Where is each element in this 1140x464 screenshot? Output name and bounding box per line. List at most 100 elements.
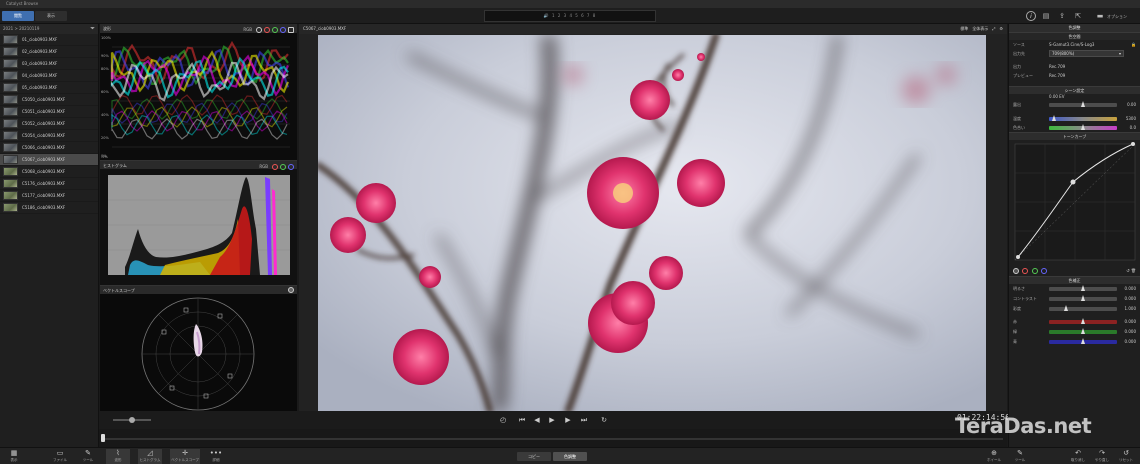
clip-item[interactable]: C5177_ciob0903.MXF xyxy=(0,190,98,202)
options-menu[interactable]: オプション xyxy=(1107,12,1127,21)
curve-red-icon[interactable] xyxy=(1022,268,1029,274)
timeline[interactable] xyxy=(99,429,1007,447)
temp-slider[interactable] xyxy=(1049,115,1117,121)
undo-button[interactable]: ↶ 取り消し xyxy=(1066,449,1090,464)
tint-slider[interactable] xyxy=(1049,124,1117,130)
file-button[interactable]: ▭ ファイル xyxy=(48,449,72,464)
exposure-knob[interactable] xyxy=(1081,101,1085,107)
lock-icon[interactable]: 🔒 xyxy=(1131,40,1136,49)
cc-knob[interactable] xyxy=(1081,285,1085,291)
audio-scrub-slider[interactable] xyxy=(113,417,151,423)
curve-point-white[interactable] xyxy=(1131,142,1135,146)
cc-slider[interactable] xyxy=(1049,295,1117,301)
tab-browse[interactable]: 閲覧 xyxy=(2,11,34,21)
temp-knob[interactable] xyxy=(1052,115,1056,121)
curve-blue-icon[interactable] xyxy=(1040,268,1047,274)
step-forward-icon[interactable]: ▶ xyxy=(563,414,573,426)
cc-value[interactable]: 0.000 xyxy=(1125,294,1136,303)
clip-item[interactable]: C5052_ciob0903.MXF xyxy=(0,118,98,130)
reset-button[interactable]: ↺ リセット xyxy=(1114,449,1138,464)
folder-icon[interactable]: ▤ xyxy=(1041,12,1051,21)
cc-value[interactable]: 0.000 xyxy=(1125,317,1136,326)
go-to-end-icon[interactable]: ⏭ xyxy=(579,414,589,426)
waveform-button[interactable]: ⌇ 波形 xyxy=(106,449,130,464)
channel-red-icon[interactable] xyxy=(264,26,270,33)
tone-curve-graph[interactable] xyxy=(1010,140,1140,266)
cc-slider[interactable] xyxy=(1049,305,1117,311)
repeat-icon[interactable]: ↻ xyxy=(599,414,609,426)
channel-green-icon[interactable] xyxy=(272,26,278,33)
breadcrumb[interactable]: 2021 > 20210119 xyxy=(3,26,39,31)
clip-item[interactable]: C5054_ciob0903.MXF xyxy=(0,130,98,142)
upload-icon[interactable]: ⇪ xyxy=(1057,12,1067,21)
histogram-button[interactable]: ◿ ヒストグラム xyxy=(138,449,162,464)
waveform-mode[interactable]: RGB xyxy=(243,25,252,34)
vectorscope-button[interactable]: ✛ ベクトルスコープ xyxy=(170,449,200,464)
clip-item[interactable]: 05_ciob0903.MXF xyxy=(0,82,98,94)
channel-blue-icon[interactable] xyxy=(280,26,286,33)
clip-item[interactable]: C5176_ciob0903.MXF xyxy=(0,178,98,190)
clip-item[interactable]: 04_ciob0903.MXF xyxy=(0,70,98,82)
clip-item[interactable]: C5066_ciob0903.MXF xyxy=(0,142,98,154)
exposure-slider[interactable] xyxy=(1049,101,1117,107)
temp-value[interactable]: 5300 xyxy=(1126,114,1136,123)
clip-item[interactable]: C5067_ciob0903.MXF xyxy=(0,154,98,166)
adjust-tool-button[interactable]: ✎ ツール xyxy=(1008,449,1032,464)
curve-point-mid[interactable] xyxy=(1070,179,1076,185)
color-adjust-mode-button[interactable]: 色調整 xyxy=(553,452,587,461)
cc-knob[interactable] xyxy=(1081,295,1085,301)
cc-value[interactable]: 0.000 xyxy=(1125,337,1136,346)
tool-button[interactable]: ✎ ツール xyxy=(76,449,100,464)
export-icon[interactable]: ⇱ xyxy=(1073,12,1083,21)
go-to-start-icon[interactable]: ⏮ xyxy=(517,414,527,426)
scope-settings-icon[interactable] xyxy=(288,26,294,33)
cc-slider[interactable] xyxy=(1049,285,1117,291)
view-mode-select[interactable]: 標準 xyxy=(960,24,968,34)
cc-knob[interactable] xyxy=(1081,328,1085,334)
hist-red-icon[interactable] xyxy=(272,163,278,170)
vectorscope-settings-icon[interactable] xyxy=(288,287,294,293)
play-icon[interactable]: ▶ xyxy=(547,414,557,426)
info-icon[interactable]: i xyxy=(1026,11,1036,21)
zoom-select[interactable]: 全体表示 xyxy=(972,24,988,34)
copy-mode-button[interactable]: コピー xyxy=(517,452,551,461)
clip-item[interactable]: C5186_ciob0903.MXF xyxy=(0,202,98,214)
redo-button[interactable]: ↷ やり直し xyxy=(1090,449,1114,464)
timeline-track[interactable] xyxy=(103,438,1003,440)
target-select[interactable]: 709(800%) ▾ xyxy=(1049,50,1124,57)
cc-knob[interactable] xyxy=(1081,318,1085,324)
clip-item[interactable]: 03_ciob0903.MXF xyxy=(0,58,98,70)
viewer-settings-icon[interactable]: ⚙ xyxy=(999,24,1003,34)
drive-icon[interactable]: ▬ xyxy=(1095,12,1105,21)
cc-slider[interactable] xyxy=(1049,328,1117,334)
cc-knob[interactable] xyxy=(1064,305,1068,311)
wheel-button[interactable]: ⊕ ホイール xyxy=(982,449,1006,464)
histogram-mode[interactable]: RGB xyxy=(259,162,268,171)
tab-view[interactable]: 表示 xyxy=(35,11,67,21)
tint-knob[interactable] xyxy=(1081,124,1085,130)
curve-reset-icon[interactable]: ↺ 🗑 xyxy=(1126,266,1136,275)
cc-knob[interactable] xyxy=(1081,338,1085,344)
curve-green-icon[interactable] xyxy=(1031,268,1038,274)
clip-item[interactable]: C5068_ciob0903.MXF xyxy=(0,166,98,178)
view-button[interactable]: ▦ 表示 xyxy=(2,449,26,464)
clip-item[interactable]: C5050_ciob0903.MXF xyxy=(0,94,98,106)
step-back-icon[interactable]: ◀ xyxy=(532,414,542,426)
clip-item[interactable]: C5051_ciob0903.MXF xyxy=(0,106,98,118)
tint-value[interactable]: 0.0 xyxy=(1130,123,1136,132)
clip-item[interactable]: 01_ciob0903.MXF xyxy=(0,34,98,46)
hist-green-icon[interactable] xyxy=(280,163,286,170)
curve-all-icon[interactable] xyxy=(1013,268,1019,274)
cc-value[interactable]: 0.000 xyxy=(1125,284,1136,293)
details-button[interactable]: ••• 詳細 xyxy=(204,449,228,464)
cc-slider[interactable] xyxy=(1049,318,1117,324)
cc-value[interactable]: 1.000 xyxy=(1125,304,1136,313)
channel-all-icon[interactable] xyxy=(256,26,262,33)
playhead[interactable] xyxy=(101,434,105,442)
curve-point-black[interactable] xyxy=(1016,255,1020,259)
hist-blue-icon[interactable] xyxy=(288,163,294,170)
audio-scrub-handle[interactable] xyxy=(129,417,135,423)
filter-icon[interactable]: ⏷ xyxy=(90,24,95,34)
loop-icon[interactable]: ◴ xyxy=(498,414,508,426)
fullscreen-icon[interactable]: ⤢ xyxy=(992,24,995,34)
